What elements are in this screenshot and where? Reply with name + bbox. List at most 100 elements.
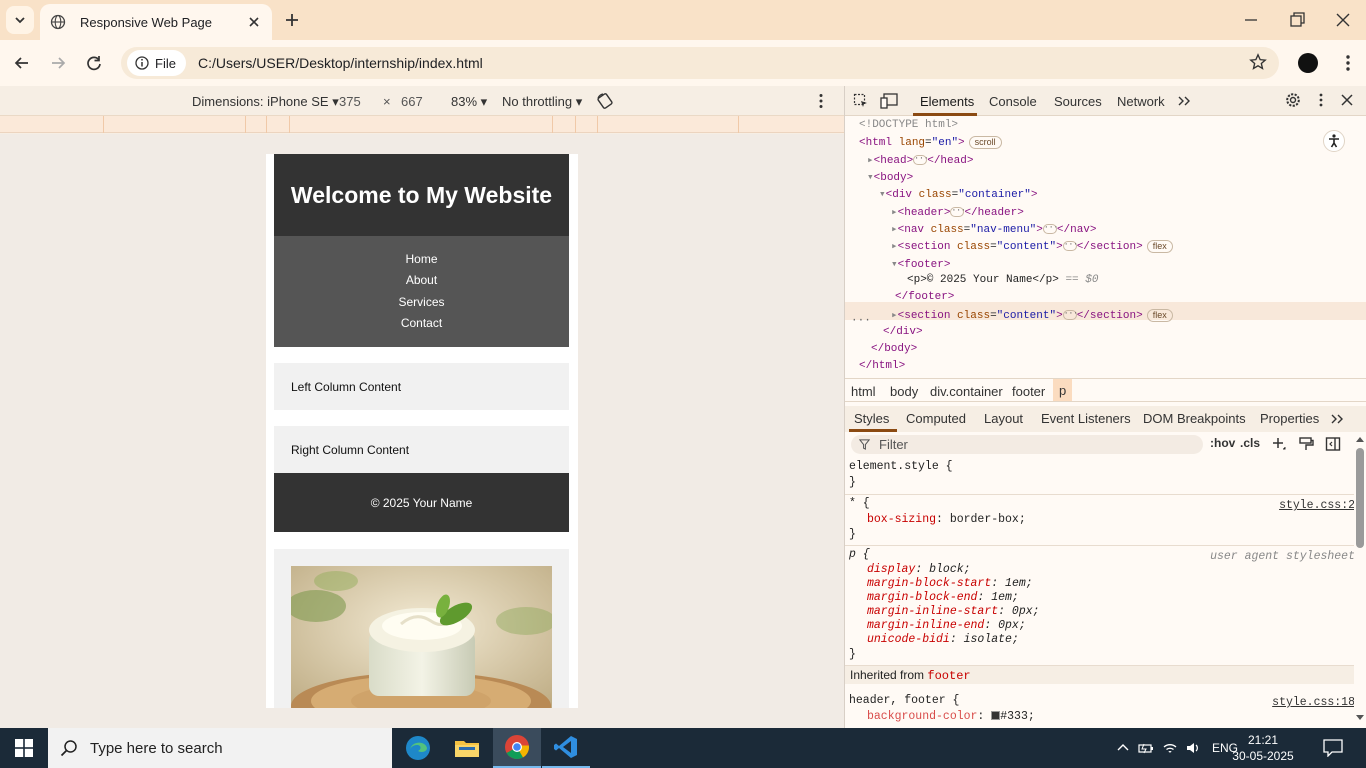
flex-badge-2[interactable]: flex	[1146, 309, 1173, 322]
height-field[interactable]: 667	[401, 94, 423, 109]
dom-head-node[interactable]: ▸<head>···</head>	[867, 153, 973, 167]
dom-nav-node[interactable]: ▸<nav class="nav-menu">···</nav>	[891, 222, 1097, 236]
dom-html-close[interactable]: </html>	[859, 360, 905, 372]
subtab-event-listeners[interactable]: Event Listeners	[1041, 411, 1131, 426]
ua-decl-margin-inline-end[interactable]: margin-inline-end: 0px;	[867, 619, 1026, 632]
nav-link-home[interactable]: Home	[274, 252, 569, 266]
start-button[interactable]	[0, 728, 48, 768]
new-style-rule-icon[interactable]	[1271, 436, 1287, 452]
scroll-up-icon[interactable]	[1356, 436, 1364, 442]
close-window-icon[interactable]	[1333, 10, 1353, 30]
box-sizing-decl[interactable]: box-sizing: border-box;	[867, 513, 1026, 526]
back-icon[interactable]	[12, 53, 32, 73]
crumb-footer[interactable]: footer	[1012, 384, 1045, 399]
taskbar-file-explorer[interactable]	[443, 728, 491, 768]
dimensions-select[interactable]: Dimensions: iPhone SE ▾	[192, 94, 339, 110]
toggle-sidebar-icon[interactable]	[1325, 436, 1341, 452]
close-tab-icon[interactable]	[246, 14, 262, 30]
subtab-styles[interactable]: Styles	[854, 411, 889, 426]
crumb-body[interactable]: body	[890, 384, 918, 399]
nav-link-contact[interactable]: Contact	[274, 316, 569, 330]
crumb-html[interactable]: html	[851, 384, 876, 399]
close-devtools-icon[interactable]	[1340, 93, 1354, 107]
tab-elements[interactable]: Elements	[920, 94, 974, 109]
browser-menu-icon[interactable]	[1338, 53, 1358, 73]
node-more-dots[interactable]: ···	[851, 315, 871, 327]
style-source-link[interactable]: style.css:2	[1279, 499, 1355, 512]
throttling-select[interactable]: No throttling ▾	[502, 94, 582, 110]
subtab-dom-breakpoints[interactable]: DOM Breakpoints	[1143, 411, 1246, 426]
dom-header-node[interactable]: ▸<header>···</header>	[891, 205, 1024, 219]
star-rule-selector[interactable]: * {	[849, 497, 870, 510]
bookmark-star-icon[interactable]	[1249, 53, 1267, 71]
url-text[interactable]: C:/Users/USER/Desktop/internship/index.h…	[198, 55, 483, 71]
inherited-from-link[interactable]: footer	[927, 669, 970, 683]
battery-icon[interactable]	[1138, 740, 1154, 756]
scroll-down-icon[interactable]	[1356, 715, 1364, 721]
nav-link-services[interactable]: Services	[274, 295, 569, 309]
subtab-computed[interactable]: Computed	[906, 411, 966, 426]
zoom-select[interactable]: 83% ▾	[451, 94, 487, 110]
device-toggle-icon[interactable]	[880, 93, 898, 109]
wifi-icon[interactable]	[1162, 740, 1178, 756]
minimize-icon[interactable]	[1241, 10, 1261, 30]
tab-search-button[interactable]	[6, 6, 34, 34]
restore-icon[interactable]	[1287, 10, 1307, 30]
style-source-link-18[interactable]: style.css:18	[1272, 696, 1355, 709]
scroll-thumb[interactable]	[1356, 448, 1364, 548]
forward-icon[interactable]	[48, 53, 68, 73]
ua-decl-margin-block-end[interactable]: margin-block-end: 1em;	[867, 591, 1019, 604]
dom-html-node[interactable]: <html lang="en"> scroll	[859, 136, 1002, 149]
media-query-ruler[interactable]	[0, 116, 844, 133]
dom-footer-close[interactable]: </footer>	[895, 291, 954, 303]
dom-p-node[interactable]: <p>© 2025 Your Name</p> == $0	[907, 274, 1098, 286]
chevron-up-icon[interactable]	[1116, 741, 1130, 755]
dom-div-close[interactable]: </div>	[883, 326, 923, 338]
bg-color-decl[interactable]: background-color: #333;	[867, 710, 1035, 723]
p-rule-selector[interactable]: p {	[849, 548, 870, 561]
dom-body-node[interactable]: ▾<body>	[867, 170, 913, 184]
flex-badge[interactable]: flex	[1146, 240, 1173, 253]
ua-decl-display[interactable]: display: block;	[867, 563, 971, 576]
dom-section-node-2[interactable]: ▸<section class="content">···</section> f…	[891, 308, 1173, 322]
subtab-layout[interactable]: Layout	[984, 411, 1023, 426]
dom-doctype[interactable]: <!DOCTYPE html>	[859, 119, 958, 131]
cls-toggle[interactable]: .cls	[1240, 436, 1260, 450]
taskbar-clock[interactable]: 21:21 30-05-2025	[1232, 732, 1294, 764]
address-bar[interactable]: File C:/Users/USER/Desktop/internship/in…	[121, 47, 1279, 79]
reload-icon[interactable]	[84, 53, 104, 73]
accessibility-icon[interactable]	[1323, 130, 1345, 152]
more-tabs-icon[interactable]	[1177, 95, 1191, 107]
dom-body-close[interactable]: </body>	[871, 343, 917, 355]
header-footer-rule-selector[interactable]: header, footer {	[849, 694, 959, 707]
taskbar-edge[interactable]	[394, 728, 442, 768]
subtab-properties[interactable]: Properties	[1260, 411, 1319, 426]
tab-sources[interactable]: Sources	[1054, 94, 1102, 109]
new-tab-icon[interactable]	[282, 10, 302, 30]
ua-decl-unicode-bidi[interactable]: unicode-bidi: isolate;	[867, 633, 1019, 646]
tab-console[interactable]: Console	[989, 94, 1037, 109]
browser-tab[interactable]: Responsive Web Page	[40, 4, 272, 40]
notifications-icon[interactable]	[1323, 739, 1343, 757]
volume-icon[interactable]	[1185, 740, 1201, 756]
profile-avatar[interactable]	[1298, 53, 1318, 73]
taskbar-search[interactable]: Type here to search	[48, 728, 392, 768]
taskbar-vscode[interactable]	[542, 728, 590, 768]
devtools-menu-icon[interactable]	[1313, 92, 1329, 108]
filter-input[interactable]: Filter	[851, 435, 1203, 454]
scroll-badge[interactable]: scroll	[968, 136, 1002, 149]
inspect-element-icon[interactable]	[853, 93, 869, 109]
ua-decl-margin-block-start[interactable]: margin-block-start: 1em;	[867, 577, 1033, 590]
hov-toggle[interactable]: :hov	[1210, 436, 1235, 450]
site-info-chip[interactable]: File	[127, 50, 186, 76]
dom-section-node[interactable]: ▸<section class="content">···</section> f…	[891, 239, 1173, 253]
settings-gear-icon[interactable]	[1285, 92, 1301, 108]
ua-decl-margin-inline-start[interactable]: margin-inline-start: 0px;	[867, 605, 1040, 618]
element-style-rule[interactable]: element.style {	[849, 460, 953, 473]
device-more-icon[interactable]	[812, 92, 830, 110]
rotate-icon[interactable]	[596, 92, 614, 110]
tab-network[interactable]: Network	[1117, 94, 1165, 109]
dom-footer-node[interactable]: ▾<footer>	[891, 257, 950, 271]
more-subtabs-icon[interactable]	[1330, 413, 1344, 425]
taskbar-chrome[interactable]	[493, 728, 541, 768]
